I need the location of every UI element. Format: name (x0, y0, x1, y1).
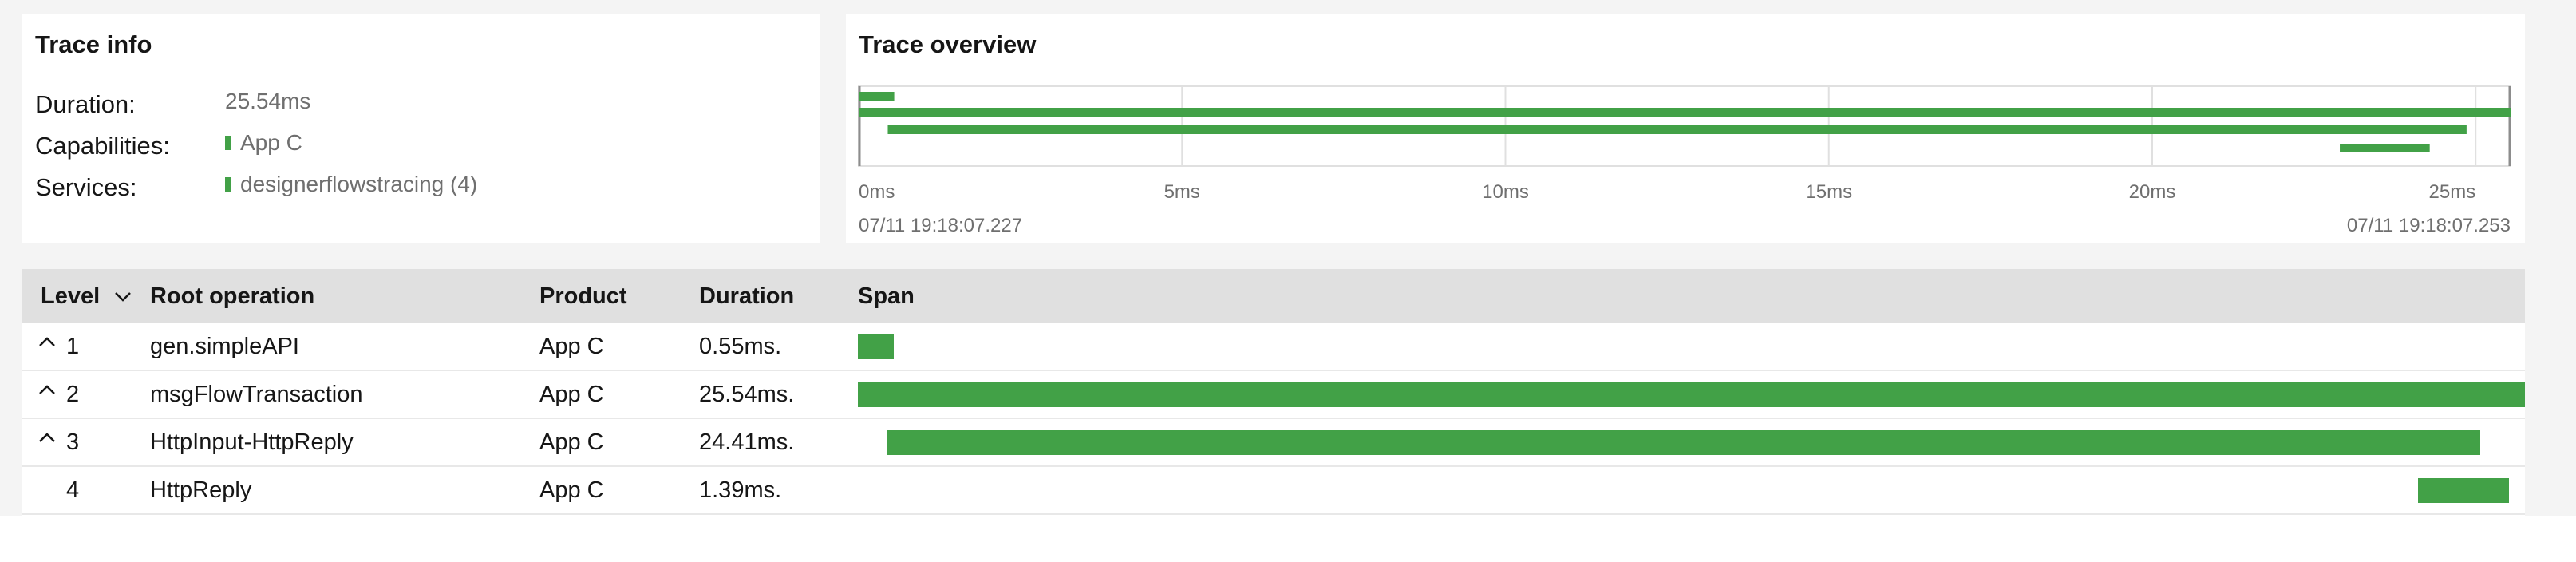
spans-table: Level Root operation Product Duration Sp… (22, 269, 2525, 516)
chevron-up-icon[interactable] (38, 336, 56, 347)
capabilities-value: App C (225, 130, 302, 156)
overview-span-bar (859, 92, 895, 101)
services-value-text: designerflowstracing (4) (240, 172, 478, 196)
row-product: App C (539, 477, 604, 503)
trace-overview-panel: Trace overview 0ms 5ms 10ms 15ms 20ms 25ms 07/… (846, 14, 2525, 243)
row-level: 2 (66, 382, 80, 407)
level-header-label: Level (41, 283, 101, 309)
row-duration: 25.54ms. (699, 382, 795, 407)
row-product: App C (539, 382, 604, 407)
duration-row: Duration: 25.54ms (35, 89, 801, 122)
end-timestamp: 07/11 19:18:07.253 (2347, 215, 2511, 236)
chevron-up-icon[interactable] (38, 432, 56, 443)
trace-info-title: Trace info (35, 30, 152, 58)
overview-tick-label: 10ms (1482, 181, 1529, 203)
start-timestamp: 07/11 19:18:07.227 (859, 215, 1022, 236)
table-header: Level Root operation Product Duration Sp… (22, 269, 2525, 323)
table-row[interactable]: 4 HttpReply App C 1.39ms. (22, 467, 2525, 515)
overview-span-bar (2340, 144, 2430, 152)
capability-swatch-icon (225, 136, 231, 150)
row-level: 1 (66, 334, 80, 359)
span-bar[interactable] (2417, 478, 2509, 503)
overview-span-bar (859, 108, 2511, 117)
row-duration: 24.41ms. (699, 429, 795, 455)
span-header: Span (858, 283, 915, 309)
table-row[interactable]: 3 HttpInput-HttpReply App C 24.41ms. (22, 419, 2525, 467)
capabilities-label: Capabilities: (35, 132, 170, 160)
row-level: 3 (66, 429, 80, 455)
overview-span-bar (887, 125, 2467, 134)
span-bar[interactable] (858, 382, 2525, 407)
duration-label: Duration: (35, 90, 136, 118)
root-operation-header[interactable]: Root operation (150, 269, 314, 323)
overview-tick-label: 15ms (1805, 181, 1852, 203)
span-bar[interactable] (887, 430, 2481, 455)
span-bar[interactable] (858, 334, 894, 359)
trace-info-panel: Trace info Duration: 25.54ms Capabilitie… (22, 14, 820, 243)
duration-header[interactable]: Duration (699, 269, 794, 323)
row-duration: 0.55ms. (699, 334, 782, 359)
row-level: 4 (66, 477, 80, 503)
chevron-up-icon[interactable] (38, 384, 56, 395)
row-product: App C (539, 334, 604, 359)
service-swatch-icon (225, 177, 231, 192)
overview-tick-label: 25ms (2429, 181, 2476, 203)
row-operation: gen.simpleAPI (150, 334, 299, 359)
duration-value-text: 25.54ms (225, 89, 311, 113)
level-header[interactable]: Level (41, 269, 132, 323)
overview-tick-label: 5ms (1164, 181, 1200, 203)
chevron-down-icon[interactable] (114, 291, 132, 303)
services-label: Services: (35, 173, 137, 201)
services-row: Services: designerflowstracing (4) (35, 172, 801, 205)
capabilities-row: Capabilities: App C (35, 130, 801, 164)
row-operation: HttpInput-HttpReply (150, 429, 354, 455)
row-operation: HttpReply (150, 477, 252, 503)
overview-tick-label: 0ms (859, 181, 895, 203)
overview-tick-label: 20ms (2129, 181, 2176, 203)
row-product: App C (539, 429, 604, 455)
row-duration: 1.39ms. (699, 477, 782, 503)
services-value: designerflowstracing (4) (225, 172, 477, 197)
table-row[interactable]: 1 gen.simpleAPI App C 0.55ms. (22, 323, 2525, 371)
duration-value: 25.54ms (225, 89, 310, 114)
table-row[interactable]: 2 msgFlowTransaction App C 25.54ms. (22, 371, 2525, 419)
row-operation: msgFlowTransaction (150, 382, 363, 407)
product-header[interactable]: Product (539, 269, 627, 323)
trace-overview-chart[interactable]: 0ms 5ms 10ms 15ms 20ms 25ms 07/11 19:18:07.227… (846, 14, 2525, 243)
capabilities-value-text: App C (240, 130, 302, 155)
